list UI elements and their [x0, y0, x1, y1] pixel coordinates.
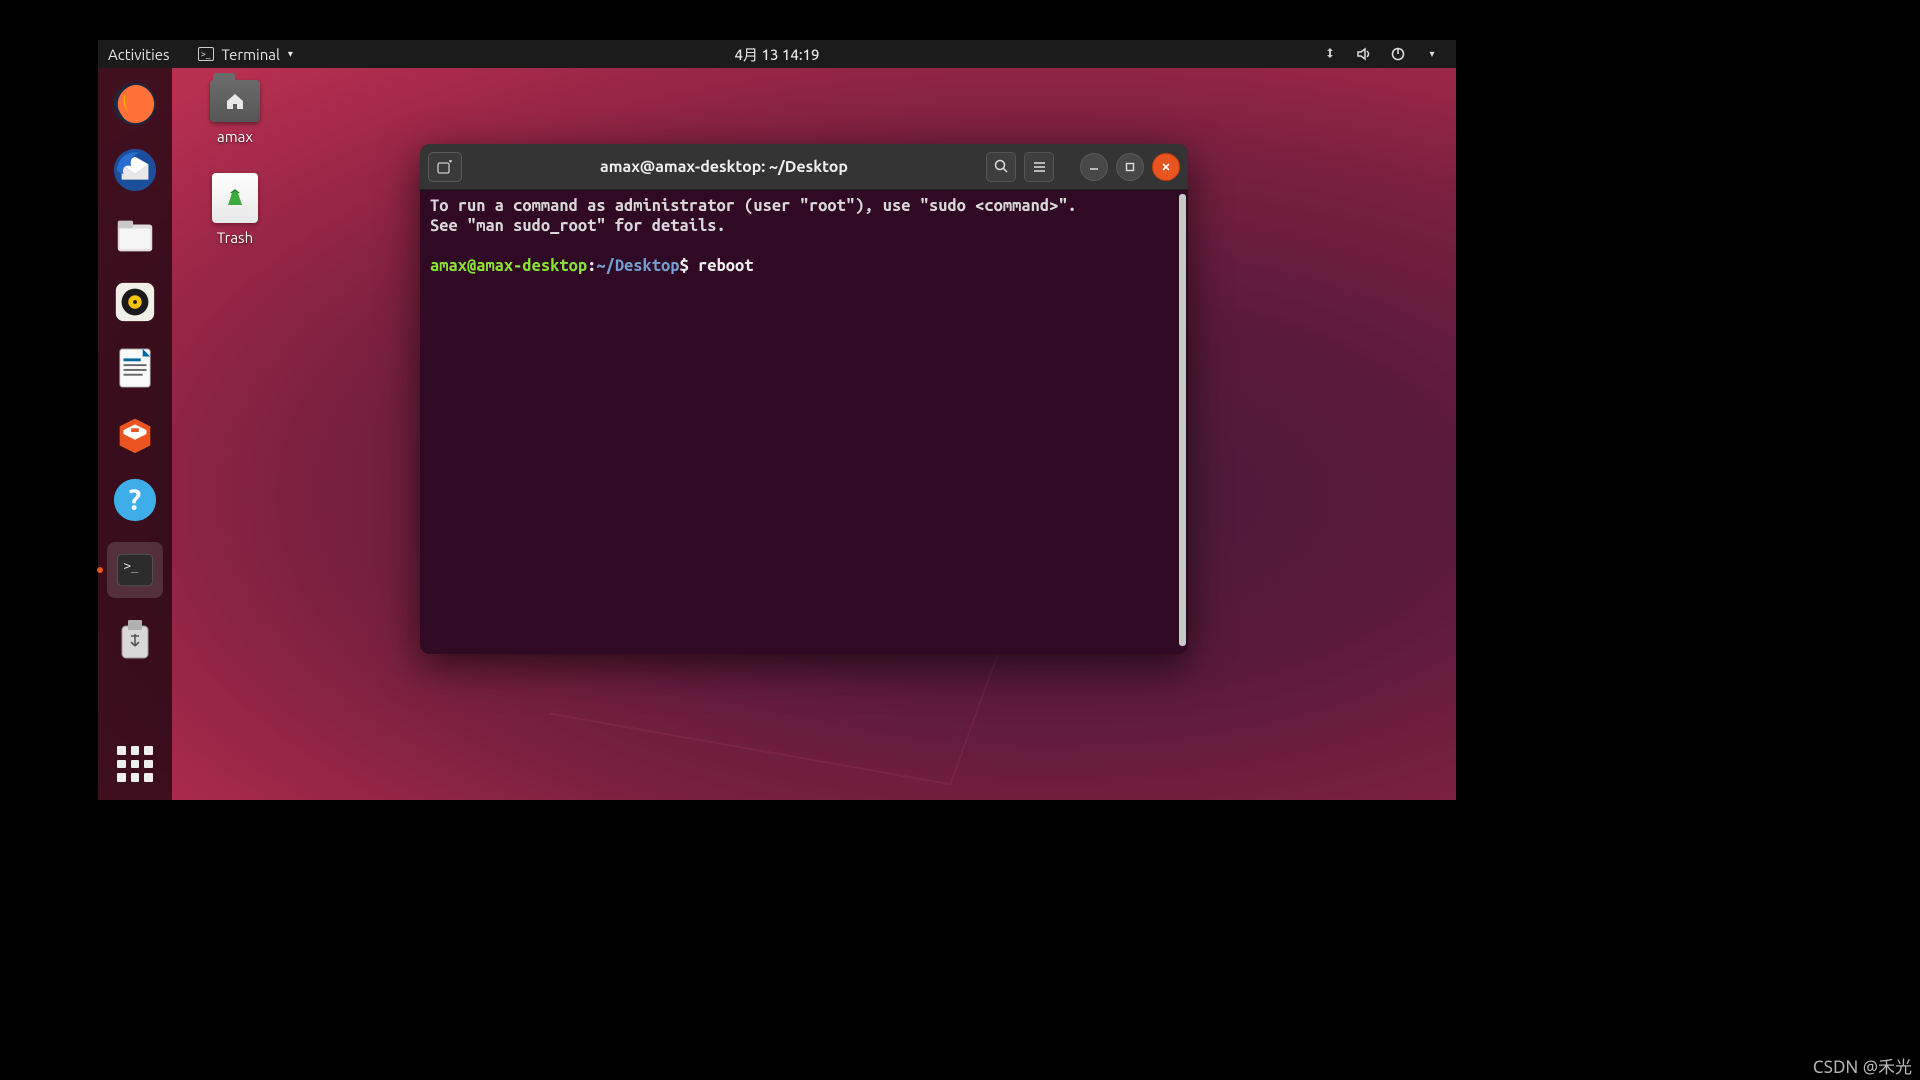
desktop-trash[interactable]: Trash	[195, 173, 275, 246]
terminal-body[interactable]: To run a command as administrator (user …	[420, 190, 1188, 654]
trash-icon	[212, 173, 258, 223]
terminal-output-line: To run a command as administrator (user …	[430, 197, 1077, 215]
prompt-user: amax@amax-desktop	[430, 257, 587, 275]
dock: ? >_	[98, 68, 172, 800]
power-icon	[1390, 46, 1406, 62]
svg-text:?: ?	[129, 484, 142, 516]
dock-rhythmbox[interactable]	[111, 278, 159, 326]
prompt-path: ~/Desktop	[596, 257, 679, 275]
network-icon	[1322, 46, 1338, 62]
svg-text:>_: >_	[124, 559, 139, 573]
app-menu[interactable]: >_ Terminal ▾	[198, 46, 293, 63]
terminal-window: amax@amax-desktop: ~/Desktop To run a co…	[420, 144, 1188, 654]
dock-terminal[interactable]: >_	[107, 542, 163, 598]
dock-firefox[interactable]	[111, 80, 159, 128]
chevron-down-icon: ▾	[1424, 46, 1440, 62]
show-apps-button[interactable]	[117, 746, 153, 782]
activities-button[interactable]: Activities	[108, 46, 170, 63]
menu-button[interactable]	[1024, 152, 1054, 182]
dock-ubuntu-software[interactable]	[111, 410, 159, 458]
system-tray[interactable]: ▾	[1322, 46, 1456, 62]
dock-thunderbird[interactable]	[111, 146, 159, 194]
scrollbar[interactable]	[1179, 194, 1186, 646]
terminal-icon: >_	[198, 47, 214, 61]
terminal-output-line: See "man sudo_root" for details.	[430, 217, 726, 235]
clock[interactable]: 4月 13 14:19	[735, 44, 820, 65]
maximize-button[interactable]	[1116, 153, 1144, 181]
desktop-icon-label: Trash	[217, 229, 253, 246]
volume-icon	[1356, 46, 1372, 62]
new-tab-button[interactable]	[428, 152, 462, 182]
prompt-symbol: $	[680, 257, 689, 275]
desktop-home-folder[interactable]: amax	[195, 80, 275, 145]
folder-icon	[210, 80, 260, 122]
top-bar: Activities >_ Terminal ▾ 4月 13 14:19 ▾	[98, 40, 1456, 68]
chevron-down-icon: ▾	[288, 48, 293, 60]
dock-help[interactable]: ?	[111, 476, 159, 524]
app-menu-label: Terminal	[222, 46, 280, 63]
terminal-title: amax@amax-desktop: ~/Desktop	[470, 158, 978, 176]
watermark: CSDN @禾光	[1813, 1053, 1912, 1078]
terminal-command: reboot	[698, 257, 753, 275]
dock-libreoffice-writer[interactable]	[111, 344, 159, 392]
dock-files[interactable]	[111, 212, 159, 260]
close-button[interactable]	[1152, 153, 1180, 181]
desktop-icon-label: amax	[217, 128, 253, 145]
minimize-button[interactable]	[1080, 153, 1108, 181]
prompt-sep: :	[587, 257, 596, 275]
dock-usb-drive[interactable]	[111, 616, 159, 664]
search-button[interactable]	[986, 152, 1016, 182]
terminal-titlebar[interactable]: amax@amax-desktop: ~/Desktop	[420, 144, 1188, 190]
